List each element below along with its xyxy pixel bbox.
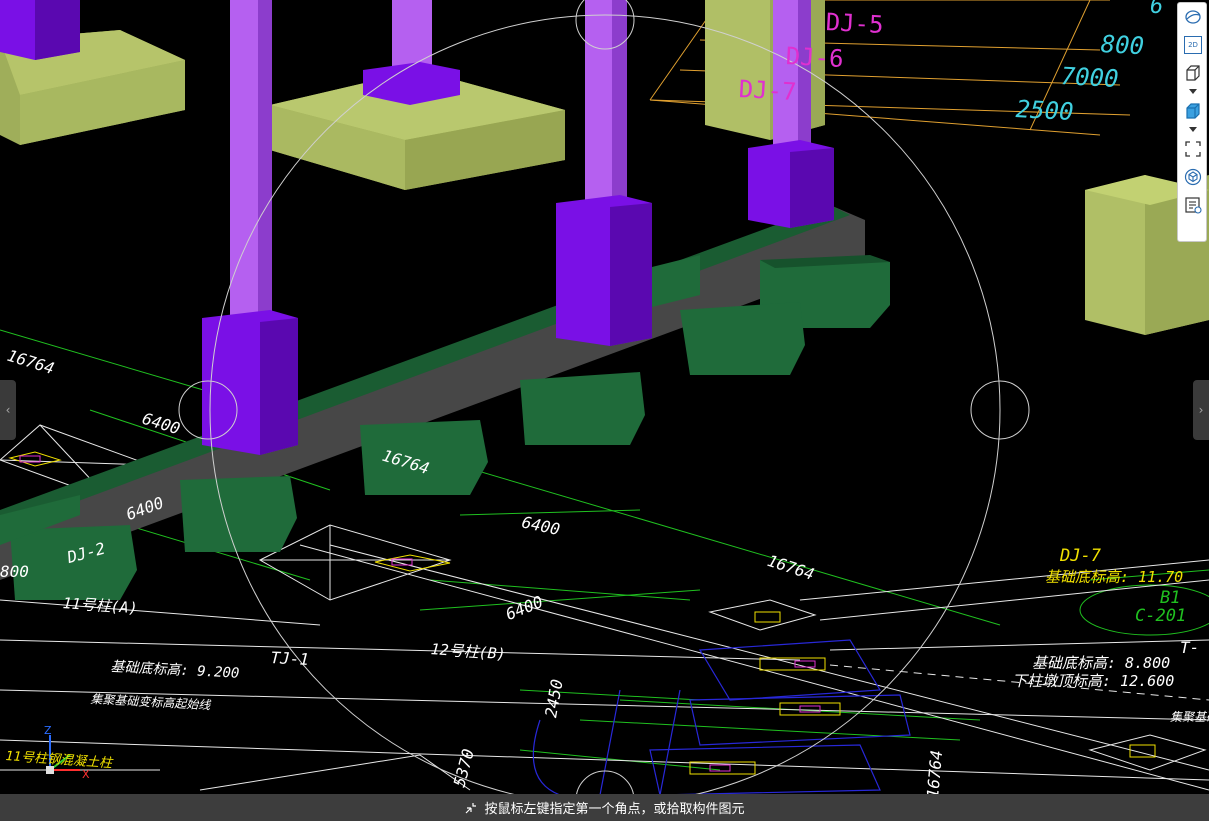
label-left-800: 800	[0, 562, 29, 581]
svg-text:X: X	[82, 768, 90, 781]
3d-dropdown-caret[interactable]	[1178, 125, 1208, 135]
label-c201: C-201	[1135, 606, 1187, 626]
box-view-button[interactable]	[1178, 59, 1208, 87]
label-b1-top: B1	[1160, 588, 1181, 608]
2d-view-label: 2D	[1188, 41, 1198, 49]
active-3d-view-icon	[1186, 103, 1200, 119]
label-t-right: T-	[1180, 638, 1200, 657]
chevron-left-icon: ‹	[5, 403, 11, 417]
label-base-elev-right-a: 基础底标高: 11.70	[1045, 568, 1184, 586]
component-list-icon	[1185, 197, 1202, 214]
table-value-2500: 2500	[1015, 95, 1075, 127]
2d-view-button[interactable]: 2D	[1178, 31, 1208, 59]
fit-frame-icon	[1185, 141, 1201, 157]
caret-down-icon	[1189, 89, 1197, 94]
table-value-7000: 7000	[1060, 62, 1120, 94]
fit-frame-button[interactable]	[1178, 135, 1208, 163]
component-list-button[interactable]	[1178, 191, 1208, 219]
left-panel-toggle[interactable]: ‹	[0, 380, 16, 440]
strip-foundation	[0, 205, 890, 600]
label-col-top-elev: 下柱墩顶标高: 12.600	[1012, 672, 1175, 690]
3d-view-button[interactable]	[1178, 97, 1208, 125]
table-code-dj7: DJ-7	[738, 75, 798, 107]
2d-view-icon: 2D	[1184, 36, 1202, 54]
status-bar: 按鼠标左键指定第一个角点，或拾取构件图元	[0, 794, 1209, 821]
dynamic-observe-button[interactable]	[1178, 163, 1208, 191]
sphere-view-button[interactable]	[1178, 3, 1208, 31]
svg-text:Z: Z	[44, 724, 52, 737]
column-left	[202, 0, 298, 455]
status-hint-text: 按鼠标左键指定第一个角点，或拾取构件图元	[484, 801, 745, 816]
3d-viewport[interactable]: Z X 6 DJ-5 800 DJ-6 7000 DJ-7 2500 16764…	[0, 0, 1209, 821]
caret-down-icon	[1189, 127, 1197, 132]
label-right-bottom: 集聚基础	[1170, 710, 1209, 724]
table-value-800: 800	[1100, 30, 1145, 61]
table-code-dj6: DJ-6	[785, 42, 845, 74]
column-far-left	[0, 0, 80, 60]
dynamic-observe-icon	[1184, 168, 1202, 186]
chevron-right-icon: ›	[1198, 403, 1204, 417]
select-cursor-icon	[466, 802, 477, 813]
table-code-dj5: DJ-5	[825, 8, 885, 40]
view-toolbar: 2D	[1177, 2, 1207, 242]
box-view-icon	[1186, 65, 1200, 81]
label-tj1: TJ-1	[270, 648, 310, 670]
view-dropdown-caret[interactable]	[1178, 87, 1208, 97]
sphere-view-icon	[1185, 10, 1201, 24]
label-dj7-right: DJ-7	[1060, 546, 1101, 566]
right-panel-toggle[interactable]: ›	[1193, 380, 1209, 440]
table-top-value: 6	[1150, 0, 1164, 19]
